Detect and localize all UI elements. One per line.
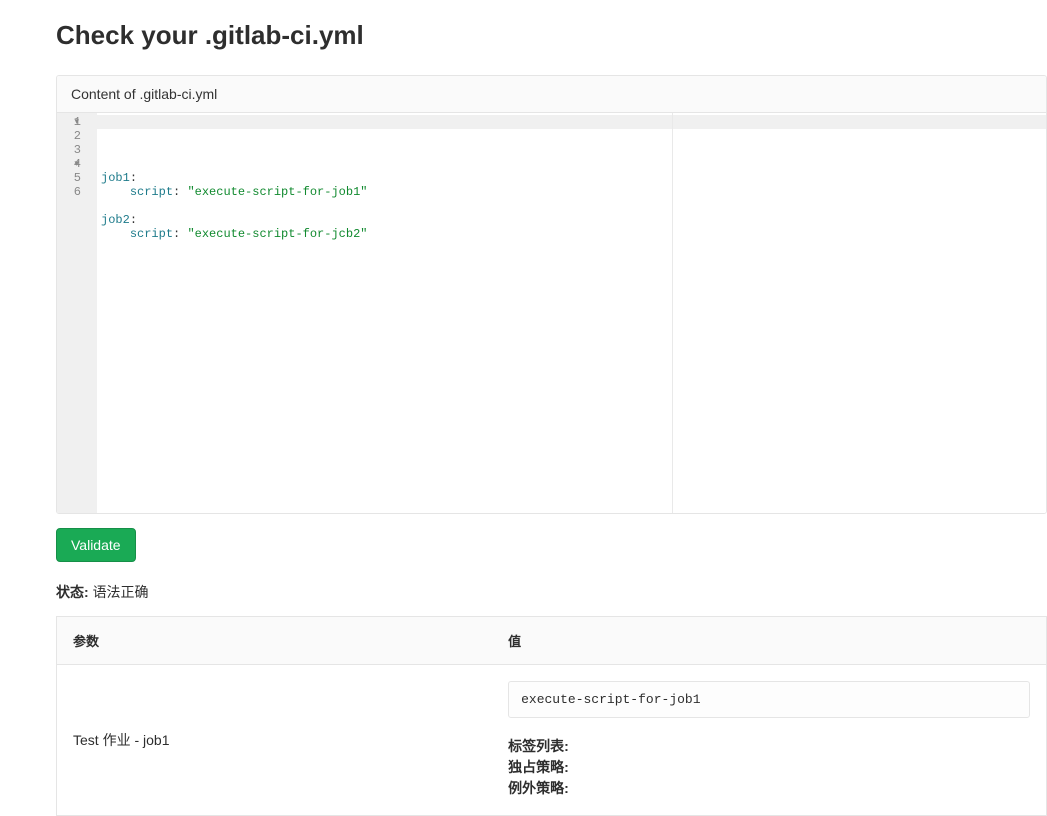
editor-gutter: 1▾234▾56	[57, 113, 97, 513]
value-cell: execute-script-for-job1 标签列表:独占策略:例外策略:	[492, 665, 1046, 816]
fold-icon[interactable]: ▾	[74, 115, 79, 129]
param-cell: Test 作业 - job1	[57, 665, 493, 816]
line-number: 2	[63, 129, 81, 143]
line-number: 5	[63, 171, 81, 185]
code-line[interactable]: job1:	[101, 171, 1042, 185]
status-value: 语法正确	[93, 584, 149, 600]
table-row: Test 作业 - job1 execute-script-for-job1 标签列…	[57, 665, 1047, 816]
fold-icon[interactable]: ▾	[74, 157, 79, 171]
status-line: 状态: 语法正确	[56, 582, 1047, 602]
script-value: execute-script-for-job1	[508, 681, 1030, 718]
line-number: 4▾	[63, 157, 81, 171]
line-number: 1▾	[63, 115, 81, 129]
value-label: 独占策略:	[508, 757, 1030, 778]
status-label: 状态:	[56, 584, 89, 600]
code-line[interactable]	[101, 199, 1042, 213]
column-header-value: 值	[492, 617, 1046, 665]
value-label: 例外策略:	[508, 778, 1030, 799]
column-header-param: 参数	[57, 617, 493, 665]
code-line[interactable]: script: "execute-script-for-job1"	[101, 185, 1042, 199]
ci-content-panel: Content of .gitlab-ci.yml 1▾234▾56 job1:…	[56, 75, 1047, 514]
value-label: 标签列表:	[508, 736, 1030, 757]
page-title: Check your .gitlab-ci.yml	[56, 20, 1047, 51]
active-line-highlight	[97, 115, 1046, 129]
line-number: 3	[63, 143, 81, 157]
code-line[interactable]: job2:	[101, 213, 1042, 227]
line-number: 6	[63, 185, 81, 199]
code-line[interactable]	[101, 241, 1042, 255]
validate-button[interactable]: Validate	[56, 528, 136, 562]
code-editor[interactable]: 1▾234▾56 job1: script: "execute-script-f…	[57, 113, 1046, 513]
results-table: 参数 值 Test 作业 - job1execute-script-for-jo…	[56, 616, 1047, 816]
code-line[interactable]: script: "execute-script-for-jcb2"	[101, 227, 1042, 241]
panel-header: Content of .gitlab-ci.yml	[57, 76, 1046, 113]
editor-code-area[interactable]: job1: script: "execute-script-for-job1" j…	[97, 113, 1046, 513]
